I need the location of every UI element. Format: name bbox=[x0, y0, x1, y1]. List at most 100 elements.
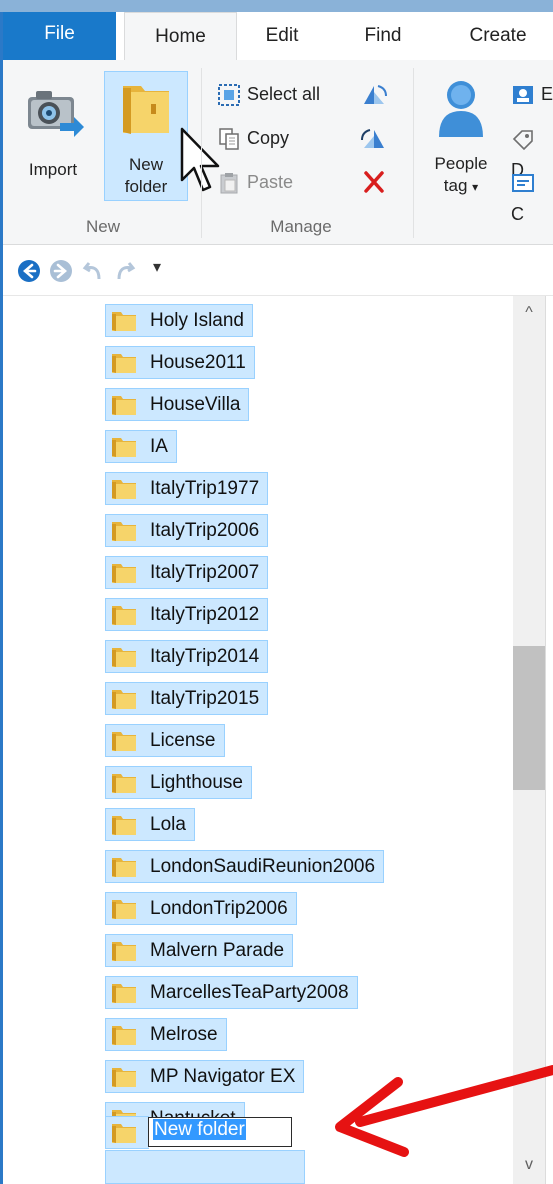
list-item[interactable]: Holy Island bbox=[105, 304, 253, 337]
folder-icon bbox=[112, 563, 136, 583]
list-item-label: ItalyTrip2006 bbox=[150, 519, 260, 541]
scroll-thumb[interactable] bbox=[513, 646, 545, 790]
list-item-label: MarcellesTeaParty2008 bbox=[150, 981, 349, 1003]
select-all-label: Select all bbox=[247, 84, 321, 104]
list-item[interactable]: Malvern Parade bbox=[105, 934, 294, 967]
folder-icon bbox=[112, 521, 136, 541]
copy-button[interactable]: Copy bbox=[217, 122, 289, 154]
paste-button[interactable]: Paste bbox=[217, 166, 293, 198]
list-item-label: ItalyTrip1977 bbox=[150, 477, 260, 499]
tab-edit[interactable]: Edit bbox=[242, 12, 322, 60]
list-item-label: ItalyTrip2012 bbox=[150, 603, 260, 625]
folder-icon bbox=[112, 605, 136, 625]
list-item-label: HouseVilla bbox=[150, 393, 241, 415]
redo-icon[interactable] bbox=[113, 259, 137, 283]
list-item-label: LondonTrip2006 bbox=[150, 897, 288, 919]
list-item[interactable]: ItalyTrip2014 bbox=[105, 640, 269, 673]
group-label-manage: Manage bbox=[270, 217, 332, 236]
scroll-up-icon[interactable]: ^ bbox=[513, 296, 545, 330]
list-item-label: House2011 bbox=[150, 351, 246, 373]
folder-icon bbox=[112, 1067, 136, 1087]
folder-icon bbox=[112, 899, 136, 919]
list-item[interactable]: LondonTrip2006 bbox=[105, 892, 297, 925]
folder-icon bbox=[112, 773, 136, 793]
clipped-button-b[interactable]: E bbox=[511, 78, 553, 110]
new-folder-button[interactable]: New folder bbox=[104, 71, 188, 201]
list-item[interactable]: Melrose bbox=[105, 1018, 227, 1051]
back-arrow-icon[interactable] bbox=[17, 259, 41, 283]
ribbon-home-panel: Import New folder Select all Copy Paste … bbox=[3, 60, 553, 245]
import-label: Import bbox=[28, 160, 78, 179]
camera-import-icon bbox=[28, 91, 84, 137]
quick-access-toolbar: ▾ bbox=[3, 245, 553, 296]
people-tag-label-line2: tag ▾ bbox=[423, 175, 499, 198]
import-button[interactable]: Import bbox=[9, 71, 97, 201]
list-item-label: Lola bbox=[150, 813, 186, 835]
folder-icon bbox=[112, 1123, 136, 1143]
rotate-right-icon[interactable] bbox=[360, 126, 388, 152]
scroll-down-icon[interactable]: v bbox=[513, 1148, 545, 1182]
undo-icon[interactable] bbox=[81, 259, 105, 283]
list-item-label: IA bbox=[150, 435, 168, 457]
clipped-label-b: E bbox=[541, 84, 553, 104]
list-item-label: ItalyTrip2014 bbox=[150, 645, 260, 667]
list-item[interactable]: MP Navigator EX bbox=[105, 1060, 305, 1093]
delete-x-icon[interactable] bbox=[362, 170, 386, 194]
list-item[interactable]: MarcellesTeaParty2008 bbox=[105, 976, 358, 1009]
paste-icon bbox=[220, 173, 238, 194]
list-item[interactable]: ItalyTrip2015 bbox=[105, 682, 269, 715]
list-item-label: MP Navigator EX bbox=[150, 1065, 296, 1087]
people-tag-button[interactable]: People tag ▾ bbox=[423, 71, 499, 201]
list-item-partial[interactable] bbox=[105, 1150, 305, 1184]
folder-icon bbox=[112, 815, 136, 835]
clipped-button-d[interactable]: D bbox=[511, 122, 553, 180]
vertical-scrollbar[interactable]: ^ v bbox=[513, 296, 545, 1184]
list-item[interactable]: ItalyTrip2007 bbox=[105, 556, 269, 589]
list-item[interactable]: House2011 bbox=[105, 346, 255, 379]
list-item-label: Melrose bbox=[150, 1023, 218, 1045]
list-item[interactable]: LondonSaudiReunion2006 bbox=[105, 850, 385, 883]
list-item-label: License bbox=[150, 729, 216, 751]
list-item-label: LondonSaudiReunion2006 bbox=[150, 855, 376, 877]
chevron-down-icon: ▾ bbox=[472, 180, 479, 194]
list-item[interactable]: IA bbox=[105, 430, 177, 463]
group-separator bbox=[201, 68, 202, 238]
list-item[interactable]: Lola bbox=[105, 808, 195, 841]
tab-create[interactable]: Create bbox=[443, 12, 553, 60]
rename-input[interactable]: New folder bbox=[148, 1117, 292, 1147]
list-item-label: ItalyTrip2007 bbox=[150, 561, 260, 583]
tag-icon bbox=[512, 130, 533, 151]
folder-icon bbox=[112, 983, 136, 1003]
list-item[interactable]: ItalyTrip2012 bbox=[105, 598, 269, 631]
tab-find[interactable]: Find bbox=[333, 12, 433, 60]
tab-file[interactable]: File bbox=[3, 12, 116, 60]
clipped-button-c[interactable]: C bbox=[511, 166, 553, 224]
list-item[interactable]: ItalyTrip1977 bbox=[105, 472, 269, 505]
new-folder-label-line2: folder bbox=[124, 177, 168, 196]
new-folder-label-line1: New bbox=[128, 155, 163, 174]
folder-icon bbox=[112, 647, 136, 667]
list-item-label: Malvern Parade bbox=[150, 939, 285, 961]
paste-label: Paste bbox=[247, 172, 294, 192]
list-item[interactable]: License bbox=[105, 724, 225, 757]
rename-selected-text[interactable]: New folder bbox=[153, 1119, 246, 1140]
customize-toolbar-dropdown[interactable]: ▾ bbox=[153, 257, 161, 277]
copy-label: Copy bbox=[247, 128, 290, 148]
rename-row[interactable] bbox=[105, 1116, 149, 1149]
rotate-left-icon[interactable] bbox=[360, 82, 388, 108]
list-item[interactable]: Lighthouse bbox=[105, 766, 252, 799]
list-item[interactable]: HouseVilla bbox=[105, 388, 250, 421]
people-tag-word: tag bbox=[443, 176, 468, 195]
group-separator bbox=[413, 68, 414, 238]
tab-home[interactable]: Home bbox=[124, 12, 237, 61]
folder-icon bbox=[112, 731, 136, 751]
copy-icon bbox=[219, 128, 239, 150]
folder-icon bbox=[112, 941, 136, 961]
list-item[interactable]: ItalyTrip2006 bbox=[105, 514, 269, 547]
person-icon bbox=[439, 81, 483, 137]
folder-icon bbox=[112, 689, 136, 709]
select-all-button[interactable]: Select all bbox=[217, 78, 320, 110]
clipped-label-c: C bbox=[511, 204, 524, 224]
list-item-label: Lighthouse bbox=[150, 771, 243, 793]
forward-arrow-icon[interactable] bbox=[49, 259, 73, 283]
